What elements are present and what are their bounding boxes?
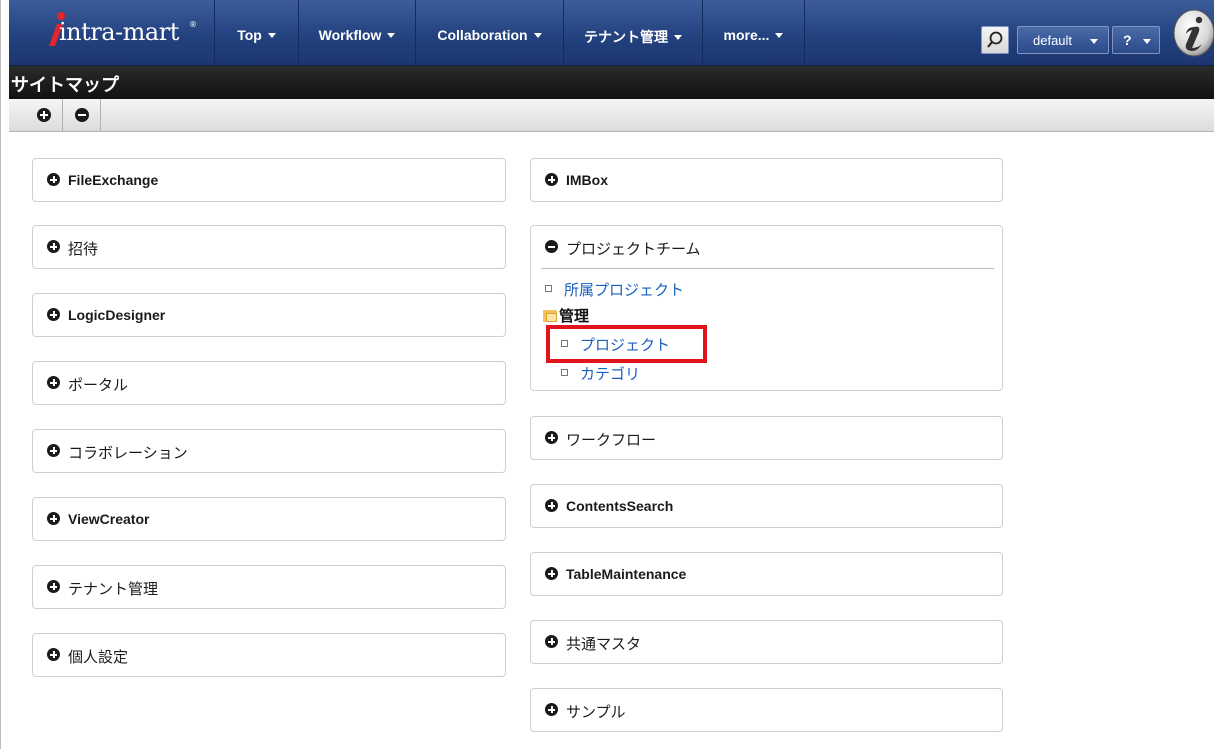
plus-circle-icon bbox=[47, 376, 60, 389]
menu-more-label: more... bbox=[723, 27, 770, 43]
tree-folder-admin[interactable]: 管理 bbox=[559, 305, 589, 326]
panel-sample[interactable]: サンプル bbox=[530, 688, 1003, 732]
plus-circle-icon bbox=[545, 431, 558, 444]
panel-label: 共通マスタ bbox=[566, 635, 642, 653]
panel-label: ContentsSearch bbox=[566, 498, 674, 514]
logo-registered-mark: ® bbox=[189, 20, 197, 29]
panel-separator bbox=[541, 268, 994, 269]
page-header: サイトマップ bbox=[9, 66, 1214, 99]
minus-circle-icon bbox=[75, 108, 89, 122]
panel-project-team[interactable]: プロジェクトチーム 所属プロジェクト 管理 プロジェクト カテゴリ bbox=[530, 225, 1003, 391]
collapse-all-button[interactable] bbox=[63, 99, 101, 131]
tree-item-label: 所属プロジェクト bbox=[564, 281, 685, 299]
panel-label: FileExchange bbox=[68, 172, 159, 188]
expand-all-button[interactable] bbox=[25, 99, 63, 131]
user-i-icon[interactable] bbox=[1172, 8, 1214, 58]
panel-label: コラボレーション bbox=[68, 444, 188, 462]
panel-label: サンプル bbox=[566, 703, 626, 721]
plus-circle-icon bbox=[47, 512, 60, 525]
caret-down-icon bbox=[775, 33, 784, 38]
caret-down-icon bbox=[1090, 39, 1098, 44]
panel-label: IMBox bbox=[566, 172, 608, 188]
square-bullet-icon bbox=[545, 285, 552, 292]
panel-label: ワークフロー bbox=[566, 431, 657, 449]
panel-portal[interactable]: ポータル bbox=[32, 361, 506, 405]
help-dropdown-label: ? bbox=[1123, 32, 1132, 48]
menu-tenant-admin[interactable]: テナント管理 bbox=[564, 0, 703, 66]
sitemap-frame: intra-mart ® Top Workflow Collaboration … bbox=[0, 0, 1214, 749]
caret-down-icon bbox=[267, 33, 276, 38]
menu-workflow[interactable]: Workflow bbox=[299, 0, 416, 66]
tree-item-label: カテゴリ bbox=[580, 365, 641, 383]
caret-down-icon bbox=[387, 33, 396, 38]
menu-top[interactable]: Top bbox=[215, 0, 299, 66]
panel-workflow[interactable]: ワークフロー bbox=[530, 416, 1003, 460]
panel-label: LogicDesigner bbox=[68, 307, 166, 323]
plus-circle-icon bbox=[47, 308, 60, 321]
menu-collaboration-label: Collaboration bbox=[437, 27, 528, 43]
menu-collaboration[interactable]: Collaboration bbox=[416, 0, 564, 66]
panel-label: テナント管理 bbox=[68, 580, 159, 598]
toolbar bbox=[9, 99, 1214, 132]
square-bullet-icon bbox=[561, 369, 568, 376]
highlight-box bbox=[546, 325, 707, 363]
folder-icon bbox=[543, 309, 557, 322]
intra-mart-logo[interactable]: intra-mart ® bbox=[9, 0, 215, 66]
caret-down-icon bbox=[674, 35, 682, 40]
panel-contentssearch[interactable]: ContentsSearch bbox=[530, 484, 1003, 528]
panel-personal-settings[interactable]: 個人設定 bbox=[32, 633, 506, 677]
panel-label: 個人設定 bbox=[68, 648, 129, 666]
plus-circle-icon bbox=[545, 567, 558, 580]
panel-common-master[interactable]: 共通マスタ bbox=[530, 620, 1003, 664]
logo-text: intra-mart bbox=[59, 18, 179, 46]
panel-label: ViewCreator bbox=[68, 511, 150, 527]
help-dropdown[interactable]: ? bbox=[1112, 26, 1160, 54]
menu-tenant-admin-label: テナント管理 bbox=[584, 29, 668, 45]
search-button[interactable] bbox=[981, 26, 1009, 54]
panel-tablemaintenance[interactable]: TableMaintenance bbox=[530, 552, 1003, 596]
menu-top-label: Top bbox=[237, 27, 262, 43]
plus-circle-icon bbox=[545, 499, 558, 512]
plus-circle-icon bbox=[545, 703, 558, 716]
plus-circle-icon bbox=[545, 173, 558, 186]
top-navigation-bar: intra-mart ® Top Workflow Collaboration … bbox=[9, 0, 1214, 66]
plus-circle-icon bbox=[37, 108, 51, 122]
menu-more[interactable]: more... bbox=[703, 0, 805, 66]
panel-fileexchange[interactable]: FileExchange bbox=[32, 158, 506, 202]
panel-label: ポータル bbox=[68, 376, 129, 394]
panel-invitation[interactable]: 招待 bbox=[32, 225, 506, 269]
panel-imbox[interactable]: IMBox bbox=[530, 158, 1003, 202]
panel-collaboration[interactable]: コラボレーション bbox=[32, 429, 506, 473]
locale-dropdown[interactable]: default bbox=[1017, 26, 1109, 54]
panel-label: 招待 bbox=[68, 240, 99, 258]
page-title: サイトマップ bbox=[11, 75, 119, 96]
caret-down-icon bbox=[533, 33, 542, 38]
plus-circle-icon bbox=[47, 444, 60, 457]
panel-label: プロジェクトチーム bbox=[566, 240, 701, 258]
panel-logicdesigner[interactable]: LogicDesigner bbox=[32, 293, 506, 337]
menu-workflow-label: Workflow bbox=[318, 27, 382, 43]
plus-circle-icon bbox=[47, 580, 60, 593]
panel-label: TableMaintenance bbox=[566, 566, 687, 582]
plus-circle-icon bbox=[47, 173, 60, 186]
search-icon bbox=[987, 31, 1003, 48]
minus-circle-icon bbox=[545, 240, 558, 253]
panel-tenant-admin[interactable]: テナント管理 bbox=[32, 565, 506, 609]
plus-circle-icon bbox=[545, 635, 558, 648]
panel-viewcreator[interactable]: ViewCreator bbox=[32, 497, 506, 541]
plus-circle-icon bbox=[47, 240, 60, 253]
locale-dropdown-label: default bbox=[1033, 33, 1073, 48]
caret-down-icon bbox=[1143, 39, 1151, 44]
plus-circle-icon bbox=[47, 648, 60, 661]
